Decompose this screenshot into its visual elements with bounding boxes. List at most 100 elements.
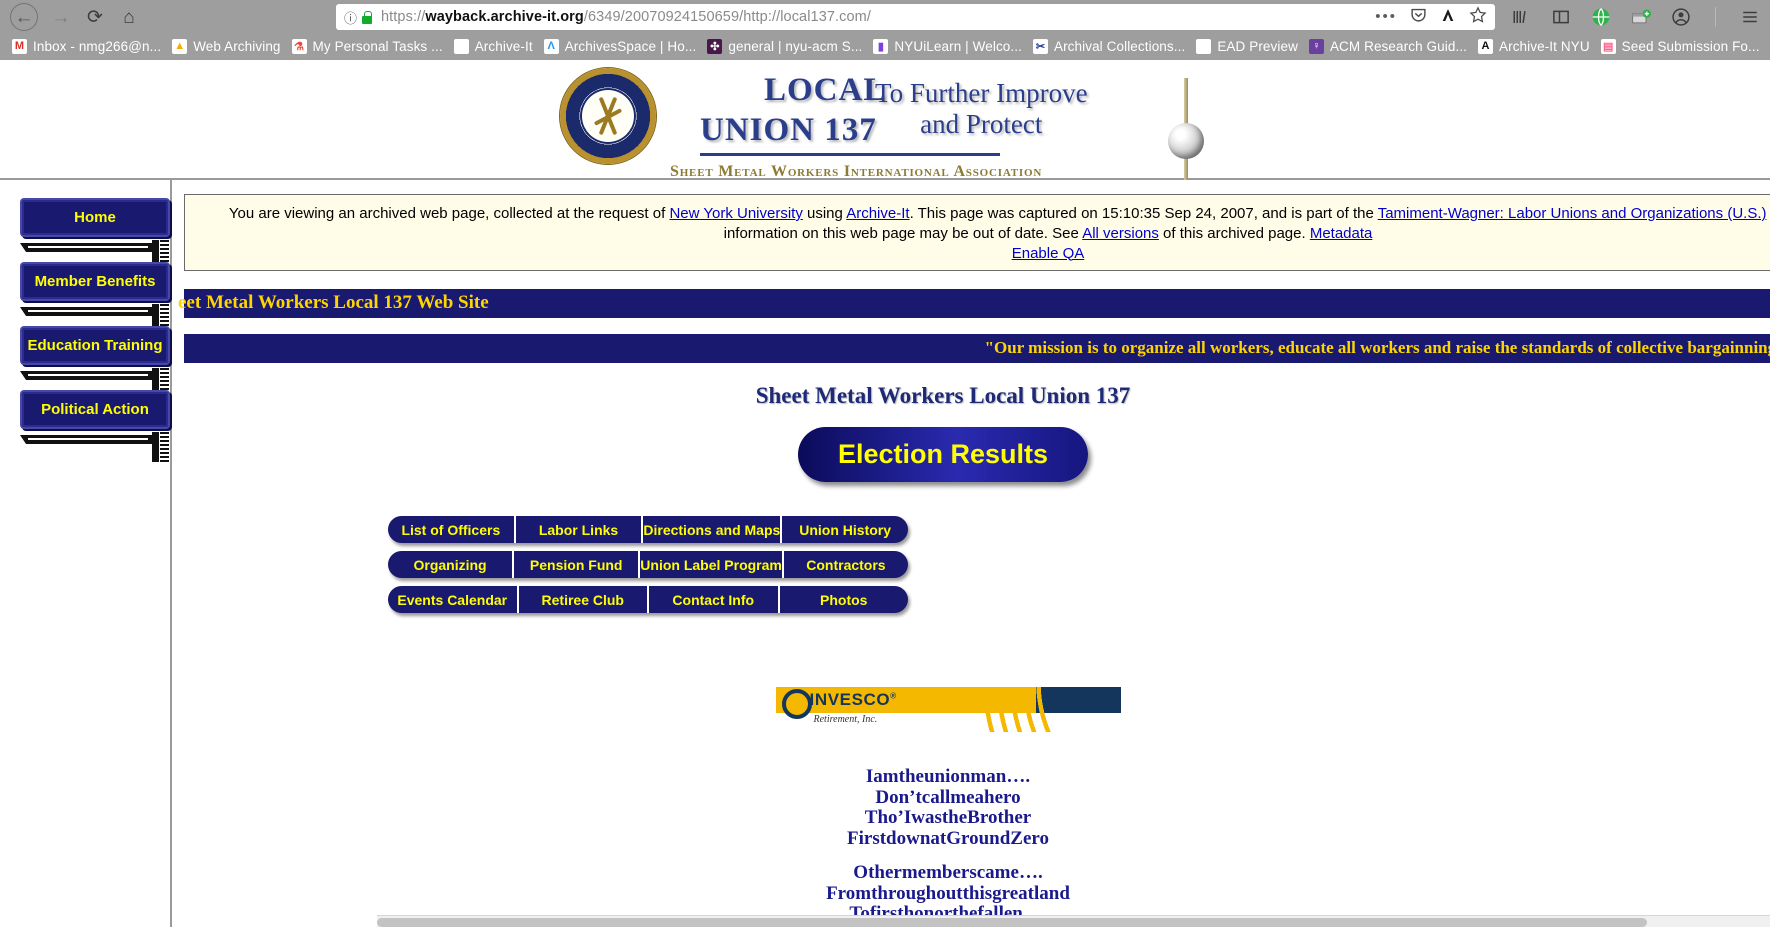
bookmark-item[interactable]: A Archive-It NYU — [1476, 38, 1599, 54]
site-title-band-text: eet Metal Workers Local 137 Web Site — [178, 292, 489, 314]
site-title-band: eet Metal Workers Local 137 Web Site — [178, 289, 1770, 319]
bookmark-label: ArchivesSpace | Ho... — [564, 38, 697, 54]
scrollbar-thumb[interactable] — [377, 918, 1647, 927]
globe-icon[interactable] — [1591, 7, 1611, 27]
invesco-wordmark: INVESCO® — [810, 690, 897, 710]
bookmark-label: ACM Research Guid... — [1329, 38, 1467, 54]
nav-link-photos[interactable]: Photos — [780, 586, 909, 613]
nav-link-row: List of Officers Labor Links Directions an… — [388, 516, 908, 544]
sidebar-item-label: Home — [20, 198, 170, 237]
nav-link-organizing[interactable]: Organizing — [388, 551, 515, 579]
bookmark-favicon-icon: ⚗ — [291, 38, 307, 54]
nav-link-pension-fund[interactable]: Pension Fund — [514, 551, 641, 579]
bookmark-label: My Personal Tasks ... — [312, 38, 443, 54]
memorial-poem: Iamtheunionman…. Don’tcallmeahero Tho’Iwas… — [172, 767, 1770, 927]
sidebar-icon[interactable] — [1551, 8, 1571, 26]
horizontal-scrollbar[interactable] — [377, 915, 1770, 927]
pocket-icon[interactable] — [1410, 6, 1427, 28]
nav-link-directions-and-maps[interactable]: Directions and Maps — [643, 516, 783, 544]
bookmark-favicon-icon: ▤ — [1600, 38, 1616, 54]
link-new-york-university[interactable]: New York University — [669, 205, 802, 222]
bookmark-item[interactable]: Λ ArchivesSpace | Ho... — [542, 38, 706, 54]
bookmark-item[interactable]: ⚗ My Personal Tasks ... — [290, 38, 452, 54]
mission-band-text: "Our mission is to organize all workers,… — [984, 338, 1770, 358]
bookmark-favicon-icon: ⊕ — [1196, 38, 1212, 54]
wayback-banner: You are viewing an archived web page, co… — [184, 194, 1770, 272]
nav-link-contact-info[interactable]: Contact Info — [649, 586, 780, 614]
page-info-icon[interactable]: ⓘ — [344, 8, 357, 27]
forward-button[interactable]: → — [44, 2, 78, 32]
nav-link-labor-links[interactable]: Labor Links — [516, 516, 644, 544]
address-bar[interactable]: ⓘ https://wayback.archive-it.org/6349/20… — [336, 4, 1495, 30]
bookmarks-bar: M Inbox - nmg266@n... ▲ Web Archiving ⚗ My Pe… — [0, 34, 1770, 60]
lock-icon — [362, 10, 373, 24]
bookmark-label: Inbox - nmg266@n... — [33, 38, 162, 54]
bookmark-item[interactable]: ▮ NYUiLearn | Welco... — [871, 38, 1031, 54]
logo-subtitle: Sheet Metal Workers International Associ… — [670, 163, 1043, 180]
bookmark-item[interactable]: ✣ general | nyu-acm S... — [705, 38, 871, 54]
poem-line: FirstdownatGroundZero — [847, 827, 1049, 849]
nav-link-retiree-club[interactable]: Retiree Club — [519, 586, 649, 614]
page-actions-icon[interactable]: ••• — [1375, 9, 1397, 24]
banner-text-3: . This page was captured on 15:10:35 Sep… — [909, 205, 1378, 222]
invesco-tagline: Retirement, Inc. — [813, 714, 878, 726]
union-seal-icon — [560, 68, 656, 164]
reload-button[interactable]: ⟳ — [78, 2, 112, 32]
sidebar-item-home[interactable]: Home — [20, 198, 170, 270]
bookmark-label: Archival Collections... — [1053, 38, 1186, 54]
banner-text-5: of this archived page. — [1158, 224, 1310, 242]
nav-link-row: Organizing Pension Fund Union Label Progra… — [388, 551, 908, 579]
nav-link-contractors[interactable]: Contractors — [784, 551, 908, 578]
invesco-registered-mark: ® — [890, 691, 897, 701]
bookmark-favicon-icon: ✣ — [707, 38, 723, 54]
invesco-sponsor-banner[interactable]: INVESCO® Retirement, Inc. — [775, 687, 1121, 733]
nav-link-union-history[interactable]: Union History — [782, 516, 908, 543]
invesco-name: INVESCO — [809, 690, 891, 710]
bookmark-favicon-icon: ✂ — [1032, 38, 1048, 54]
nav-link-events-calendar[interactable]: Events Calendar — [388, 586, 519, 614]
bookmark-favicon-icon: ♀ — [1308, 38, 1324, 54]
seal-tools-icon — [588, 96, 628, 136]
bookmark-item[interactable]: ⊕ Archive-It — [452, 38, 542, 54]
sidebar-item-member-benefits[interactable]: Member Benefits — [20, 262, 170, 334]
invesco-ring-icon — [781, 689, 812, 720]
bookmark-item[interactable]: ✂ Archival Collections... — [1031, 38, 1194, 54]
menu-icon[interactable] — [1740, 8, 1760, 26]
reader-mode-icon[interactable] — [1440, 7, 1456, 28]
election-results-button[interactable]: Election Results — [797, 427, 1089, 483]
bookmark-label: EAD Preview — [1217, 38, 1298, 54]
bookmark-item[interactable]: M Inbox - nmg266@n... — [10, 38, 170, 54]
poem-line: Fromthroughoutthisgreatland — [826, 882, 1070, 904]
browser-chrome: ← → ⟳ ⌂ ⓘ https://wayback.archive-it.org… — [0, 0, 1770, 60]
bookmark-item[interactable]: ▲ Web Archiving — [170, 38, 289, 54]
library-icon[interactable] — [1511, 8, 1531, 26]
nav-link-list-of-officers[interactable]: List of Officers — [388, 516, 516, 544]
link-collection[interactable]: Tamiment-Wagner: Labor Unions and Organi… — [1378, 205, 1767, 222]
nav-link-row: Events Calendar Retiree Club Contact Info P… — [388, 586, 909, 614]
account-icon[interactable] — [1671, 7, 1691, 27]
back-button[interactable]: ← — [10, 3, 38, 31]
bookmark-item[interactable]: ▤ Seed Submission Fo... — [1599, 38, 1769, 54]
bookmark-label: Web Archiving — [193, 38, 281, 54]
sidebar-item-education-training[interactable]: Education Training — [20, 326, 170, 398]
archive-it-crawl-icon[interactable] — [1631, 7, 1651, 27]
link-all-versions[interactable]: All versions — [1082, 225, 1159, 242]
sidebar-item-label: Political Action — [20, 390, 170, 429]
bookmark-item[interactable]: ⊕ EAD Preview — [1194, 38, 1307, 54]
bookmark-favicon-icon: A — [1478, 38, 1493, 54]
poem-line: Tho’IwastheBrother — [864, 807, 1032, 829]
archived-page: LOCAL UNION 137 Sheet Metal Workers Inte… — [0, 60, 1770, 927]
url-text: https://wayback.archive-it.org/6349/2007… — [381, 9, 871, 25]
link-metadata[interactable]: Metadata — [1310, 225, 1373, 242]
sidebar: Home Member Benefits Education Training Pol… — [0, 180, 172, 927]
url-scheme: https:// — [381, 9, 426, 25]
sidebar-item-political-action[interactable]: Political Action — [20, 390, 170, 462]
link-archive-it[interactable]: Archive-It — [846, 205, 909, 222]
url-host: wayback.archive-it.org — [425, 9, 584, 25]
nav-link-union-label-program[interactable]: Union Label Program — [640, 551, 784, 579]
girder-graphic — [20, 240, 170, 270]
home-button[interactable]: ⌂ — [112, 2, 146, 32]
link-enable-qa[interactable]: Enable QA — [1012, 245, 1085, 262]
bookmark-star-icon[interactable] — [1469, 5, 1487, 29]
bookmark-item[interactable]: ♀ ACM Research Guid... — [1307, 38, 1476, 54]
